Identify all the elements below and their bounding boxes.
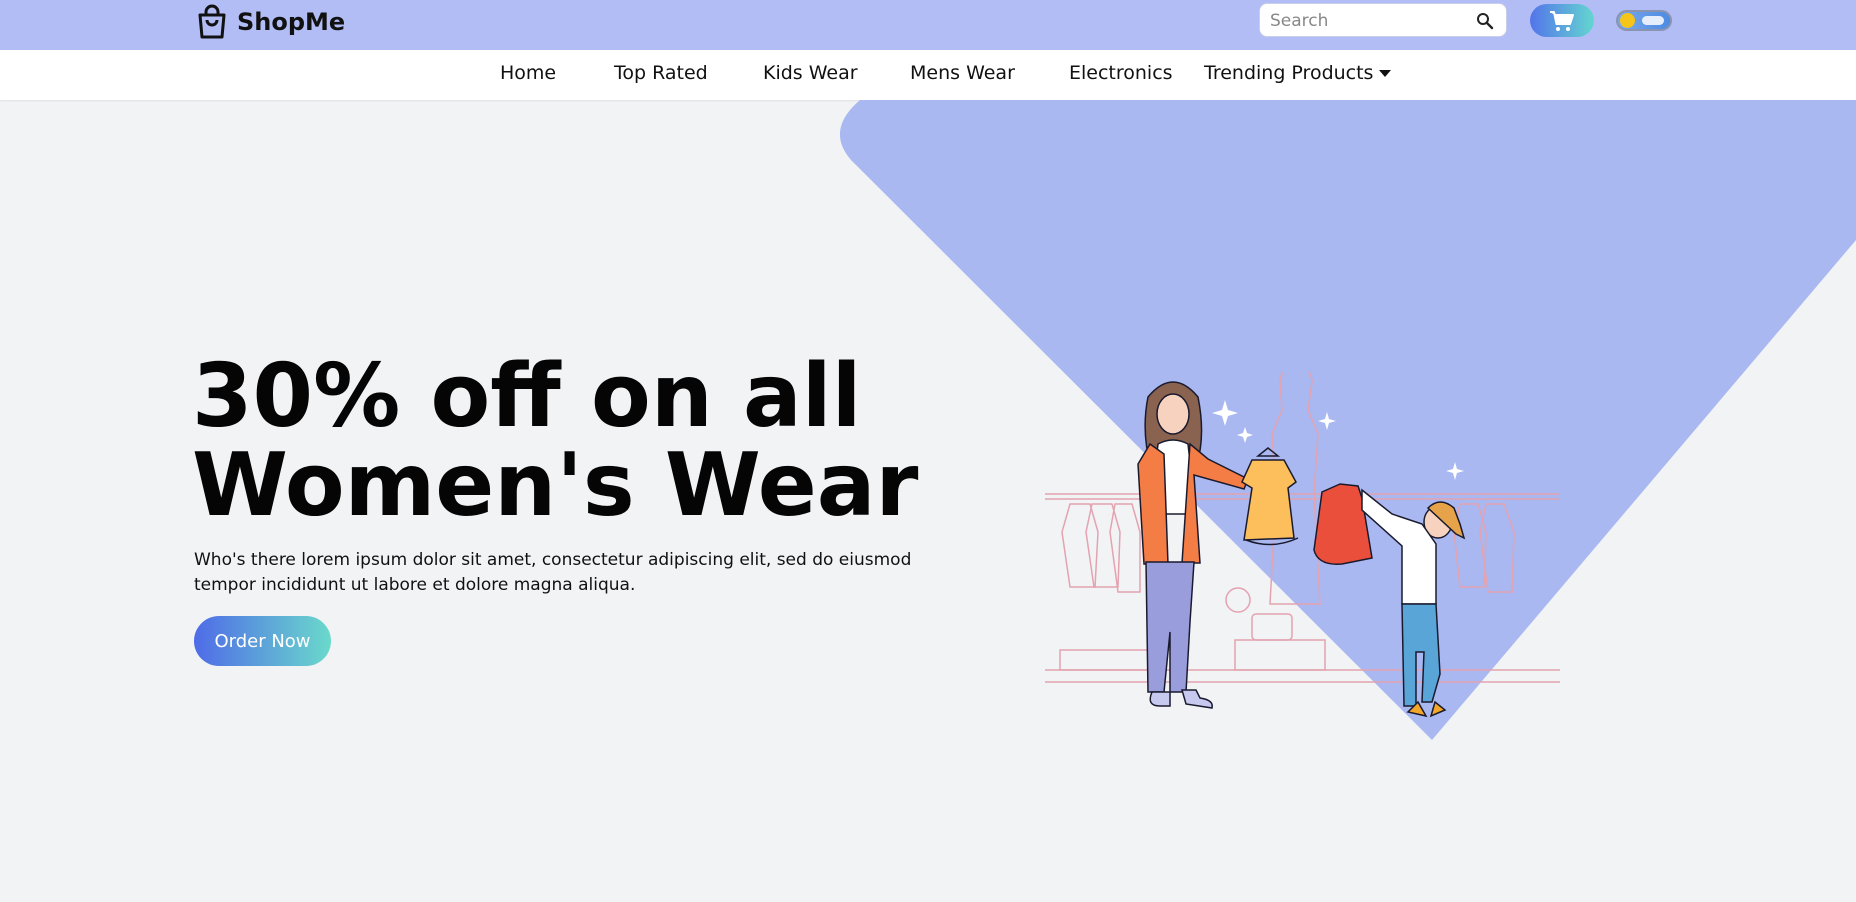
cloud-icon [1642,16,1664,25]
brand-logo[interactable]: ShopMe [195,3,345,41]
nav-item-kids-wear[interactable]: Kids Wear [763,62,858,84]
nav-item-home[interactable]: Home [500,62,556,84]
search-box [1259,3,1507,37]
main-navigation: Home Top Rated Kids Wear Mens Wear Elect… [0,50,1856,100]
top-header: ShopMe [0,0,1856,50]
nav-item-trending-products[interactable]: Trending Products [1204,62,1392,84]
theme-toggle[interactable] [1616,10,1672,31]
nav-item-electronics[interactable]: Electronics [1069,62,1173,84]
order-now-button[interactable]: Order Now [194,616,331,666]
search-icon[interactable] [1476,12,1494,30]
shopping-bag-icon [198,4,226,39]
search-input[interactable] [1268,8,1472,34]
hero-title: 30% off on all Women's Wear [192,345,919,536]
trending-products-label: Trending Products [1204,62,1374,84]
cart-button[interactable] [1530,4,1594,37]
hero-description: Who's there lorem ipsum dolor sit amet, … [194,550,912,595]
cart-icon [1550,10,1574,31]
nav-item-top-rated[interactable]: Top Rated [614,62,708,84]
caret-down-icon [1379,70,1392,77]
brand-name: ShopMe [237,8,346,36]
shopping-women-illustration [1045,372,1560,718]
nav-item-mens-wear[interactable]: Mens Wear [910,62,1015,84]
sun-icon [1620,13,1635,28]
